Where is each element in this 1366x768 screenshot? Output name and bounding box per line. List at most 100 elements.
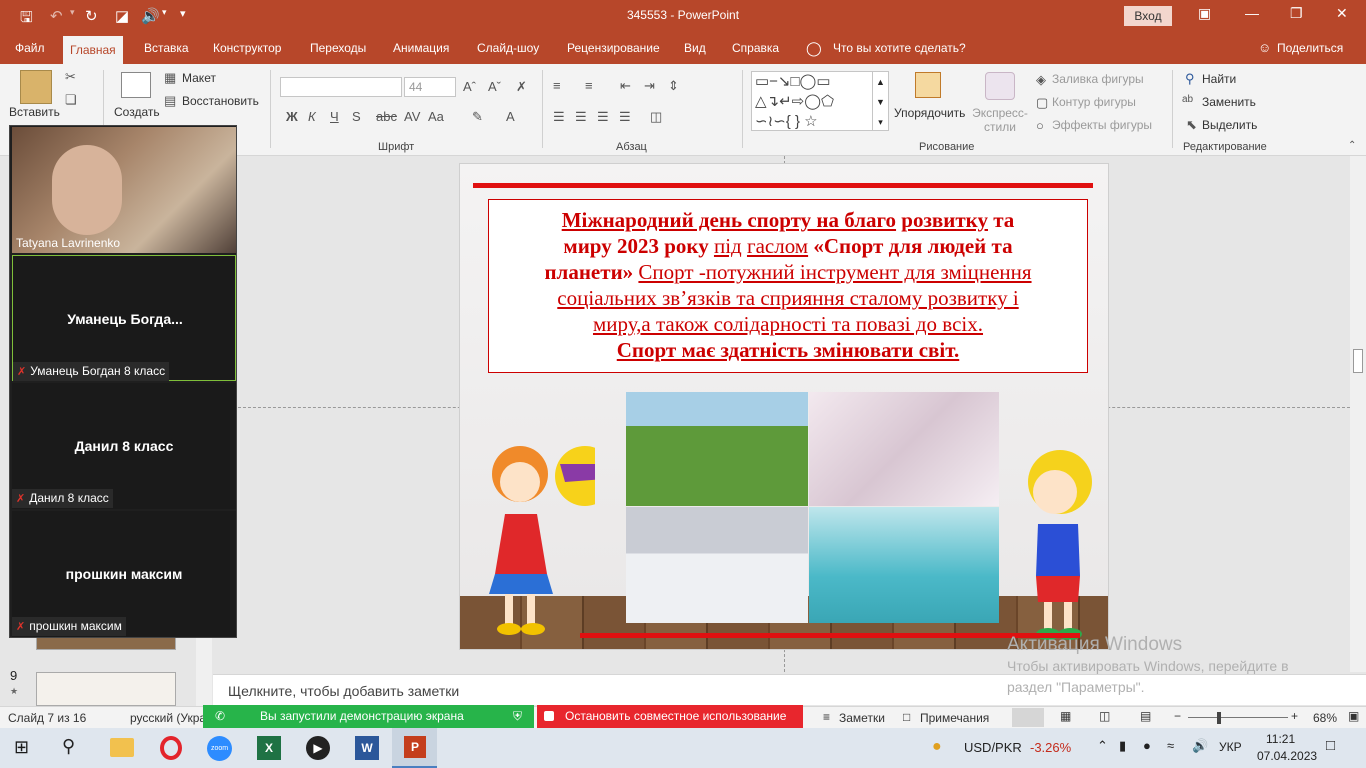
font-size-field[interactable]: 44	[404, 77, 456, 97]
case-icon[interactable]: Aa	[428, 109, 444, 124]
cut-icon[interactable]: ✂	[65, 69, 76, 85]
volume-icon[interactable]: 🔊	[1192, 738, 1208, 754]
zoom-out-icon[interactable]: −	[1174, 709, 1181, 723]
reading-view-icon[interactable]: ◫	[1099, 709, 1110, 723]
clock-date[interactable]: 07.04.2023	[1257, 749, 1317, 763]
justify-icon[interactable]: ☰	[619, 109, 631, 125]
shapes-gallery[interactable]: ▭−↘□◯▭ △↴↵⇨◯⬠ ∽≀∽{ } ☆	[751, 71, 877, 131]
shapes-scroll[interactable]: ▲ ▼ ▾	[872, 71, 889, 131]
tab-review[interactable]: Рецензирование	[560, 32, 667, 64]
karate-photo[interactable]	[626, 507, 808, 623]
canvas-scrollbar[interactable]	[1350, 156, 1366, 672]
battery-icon[interactable]: ▮	[1119, 738, 1126, 754]
zoom-slider[interactable]	[1188, 717, 1288, 718]
clock-time[interactable]: 11:21	[1266, 732, 1295, 746]
indent-icon[interactable]: ⇤	[620, 78, 631, 94]
select-button[interactable]: Выделить	[1202, 118, 1257, 132]
powerpoint-taskbar-item[interactable]: P	[392, 728, 437, 768]
bullets-icon[interactable]: ≡	[553, 78, 561, 93]
tab-file[interactable]: Файл	[8, 32, 52, 64]
align-left-icon[interactable]: ☰	[553, 109, 565, 125]
copy-icon[interactable]: ❏	[65, 92, 77, 108]
font-name-field[interactable]	[280, 77, 402, 97]
zoom-level[interactable]: 68%	[1313, 711, 1337, 725]
ticker-change[interactable]: -3.26%	[1030, 740, 1071, 755]
windows-start-icon[interactable]: ⊞	[14, 737, 29, 758]
tab-help[interactable]: Справка	[725, 32, 786, 64]
word-icon[interactable]: W	[355, 736, 379, 760]
outdent-icon[interactable]: ⇥	[644, 78, 655, 94]
zoom-slider-thumb[interactable]	[1217, 712, 1221, 724]
tab-slideshow[interactable]: Слайд-шоу	[470, 32, 546, 64]
participant-tile[interactable]: Данил 8 класс ✗ Данил 8 класс	[12, 383, 236, 509]
shape-effects-button[interactable]: Эффекты фигуры	[1052, 118, 1152, 132]
shrink-font-icon[interactable]: Aˇ	[488, 79, 501, 94]
normal-view-icon[interactable]	[1012, 708, 1044, 727]
input-language[interactable]: УКР	[1219, 740, 1242, 754]
clear-format-icon[interactable]: ✗	[516, 79, 527, 95]
microphone-icon[interactable]: ●	[1143, 738, 1151, 753]
quick-styles-button[interactable]: Экспресс-стили	[970, 106, 1030, 134]
language-indicator[interactable]: русский (Укра	[130, 711, 206, 725]
tab-transitions[interactable]: Переходы	[303, 32, 373, 64]
zoom-in-icon[interactable]: +	[1291, 709, 1298, 723]
columns-icon[interactable]: ◫	[650, 109, 662, 125]
file-explorer-icon[interactable]	[110, 738, 134, 757]
tell-me-search[interactable]: Что вы хотите сделать?	[826, 32, 973, 64]
close-icon[interactable]: ✕	[1336, 5, 1348, 22]
zoom-app-icon[interactable]: zoom	[207, 736, 232, 761]
bold-icon[interactable]: Ж	[286, 109, 298, 124]
slide[interactable]: Міжнародний день спорту на благо розвитк…	[459, 163, 1109, 650]
new-slide-button[interactable]: Создать	[114, 105, 160, 119]
align-right-icon[interactable]: ☰	[597, 109, 609, 125]
ribbon-display-icon[interactable]: ▣	[1198, 5, 1211, 22]
ticker-symbol[interactable]: USD/PKR	[964, 740, 1022, 755]
minimize-icon[interactable]: —	[1245, 5, 1259, 21]
paste-icon[interactable]	[20, 70, 52, 104]
sorter-view-icon[interactable]: ▦	[1060, 709, 1071, 723]
participant-video-tile[interactable]: Tatyana Lavrinenko	[12, 127, 236, 253]
spacing-icon[interactable]: AV	[404, 109, 420, 124]
paste-button[interactable]: Вставить	[9, 105, 60, 119]
opera-icon[interactable]	[160, 736, 182, 760]
arrange-button[interactable]: Упорядочить	[894, 106, 965, 120]
tray-overflow-icon[interactable]: ⌃	[1097, 738, 1108, 754]
football-photo[interactable]	[626, 392, 808, 506]
restore-icon[interactable]: ❐	[1290, 5, 1303, 22]
slide-title-textbox[interactable]: Міжнародний день спорту на благо розвитк…	[488, 199, 1088, 373]
layout-button[interactable]: Макет	[182, 71, 216, 85]
underline-icon[interactable]: Ч	[330, 109, 339, 124]
boy-illustration[interactable]	[1000, 444, 1109, 649]
italic-icon[interactable]: К	[308, 109, 316, 124]
new-slide-icon[interactable]	[121, 72, 151, 98]
swimming-photo[interactable]	[809, 507, 999, 623]
line-spacing-icon[interactable]: ⇕	[668, 78, 679, 94]
reset-button[interactable]: Восстановить	[182, 94, 259, 108]
media-player-icon[interactable]: ▶	[306, 736, 330, 760]
slide-thumbnail-9[interactable]	[36, 672, 176, 706]
participant-tile[interactable]: Уманець Богда... ✗ Уманець Богдан 8 класс	[12, 255, 236, 381]
gymnastics-photo[interactable]	[809, 392, 999, 506]
grow-font-icon[interactable]: Aˆ	[463, 79, 476, 94]
numbering-icon[interactable]: ≡	[585, 78, 593, 93]
collapse-ribbon-icon[interactable]: ⌃	[1348, 140, 1356, 151]
notification-icon[interactable]: □	[1326, 737, 1335, 754]
find-button[interactable]: Найти	[1202, 72, 1236, 86]
highlight-icon[interactable]: ✎	[472, 109, 483, 125]
strike-icon[interactable]: abc	[376, 109, 397, 124]
tab-home[interactable]: Главная	[63, 36, 123, 64]
search-icon[interactable]: ⚲	[62, 736, 75, 757]
participant-tile[interactable]: прошкин максим ✗ прошкин максим	[12, 511, 236, 637]
notes-button[interactable]: Заметки	[839, 711, 885, 725]
font-color-icon[interactable]: A	[506, 109, 515, 124]
shadow-icon[interactable]: S	[352, 109, 361, 124]
excel-icon[interactable]: X	[257, 736, 281, 760]
login-button[interactable]: Вход	[1124, 6, 1172, 26]
shape-outline-button[interactable]: Контур фигуры	[1052, 95, 1136, 109]
share-button[interactable]: Поделиться	[1270, 32, 1350, 64]
girl-with-ball-illustration[interactable]	[465, 434, 595, 644]
comments-button[interactable]: Примечания	[920, 711, 989, 725]
shape-fill-button[interactable]: Заливка фигуры	[1052, 72, 1144, 86]
wifi-icon[interactable]: ≈	[1167, 738, 1174, 753]
fit-slide-icon[interactable]: ▣	[1348, 709, 1359, 723]
